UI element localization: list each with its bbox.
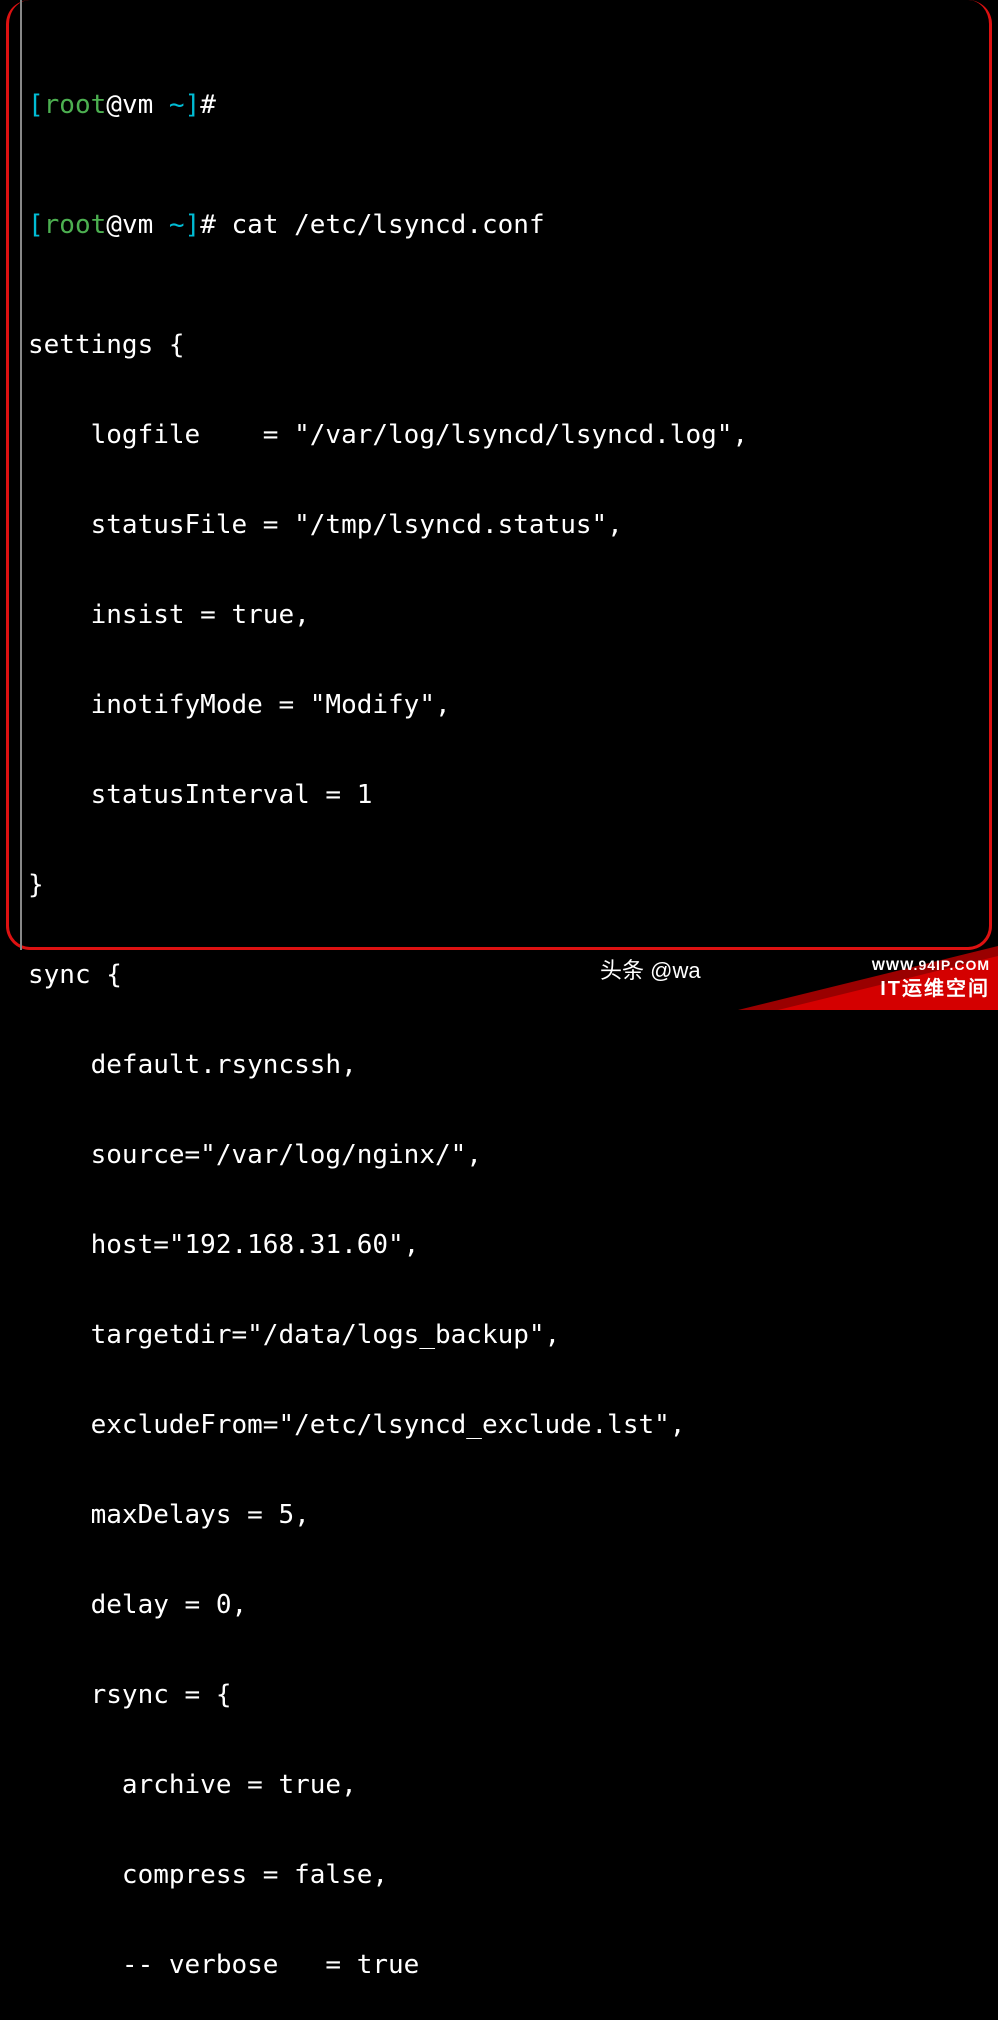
output-line: delay = 0, (28, 1590, 748, 1620)
output-line: default.rsyncssh, (28, 1050, 748, 1080)
prompt-host: vm (122, 210, 153, 240)
prompt-line[interactable]: [root@vm ~]# (28, 90, 748, 120)
prompt-user: root (44, 90, 107, 120)
output-line: inotifyMode = "Modify", (28, 690, 748, 720)
prompt-hash: # (200, 90, 216, 120)
prompt-tilde: ~ (169, 210, 185, 240)
bracket-open: [ (28, 90, 44, 120)
prompt-sep (153, 90, 169, 120)
prompt-hash: # (200, 210, 216, 240)
output-line: compress = false, (28, 1860, 748, 1890)
bracket-close: ] (185, 90, 201, 120)
output-line: host="192.168.31.60", (28, 1230, 748, 1260)
output-line: } (28, 870, 748, 900)
bracket-open: [ (28, 210, 44, 240)
output-line: statusInterval = 1 (28, 780, 748, 810)
output-line: insist = true, (28, 600, 748, 630)
output-line: archive = true, (28, 1770, 748, 1800)
watermark-title: IT运维空间 (880, 974, 990, 1004)
output-line: targetdir="/data/logs_backup", (28, 1320, 748, 1350)
prompt-at: @ (106, 90, 122, 120)
prompt-line[interactable]: [root@vm ~]# cat /etc/lsyncd.conf (28, 210, 748, 240)
prompt-host: vm (122, 90, 153, 120)
output-line: -- verbose = true (28, 1950, 748, 1980)
output-line: source="/var/log/nginx/", (28, 1140, 748, 1170)
watermark-corner: WWW.94IP.COM IT运维空间 (738, 940, 998, 1010)
output-line: maxDelays = 5, (28, 1500, 748, 1530)
prompt-at: @ (106, 210, 122, 240)
command-text: cat /etc/lsyncd.conf (216, 210, 545, 240)
bracket-close: ] (185, 210, 201, 240)
left-rule (20, 0, 22, 950)
terminal-output[interactable]: [root@vm ~]# [root@vm ~]# cat /etc/lsync… (28, 0, 748, 2020)
output-line: rsync = { (28, 1680, 748, 1710)
output-line: settings { (28, 330, 748, 360)
output-line: statusFile = "/tmp/lsyncd.status", (28, 510, 748, 540)
footer-attribution: 头条 @wa (600, 956, 701, 986)
prompt-user: root (44, 210, 107, 240)
prompt-sep (153, 210, 169, 240)
prompt-tilde: ~ (169, 90, 185, 120)
output-line: logfile = "/var/log/lsyncd/lsyncd.log", (28, 420, 748, 450)
output-line: excludeFrom="/etc/lsyncd_exclude.lst", (28, 1410, 748, 1440)
